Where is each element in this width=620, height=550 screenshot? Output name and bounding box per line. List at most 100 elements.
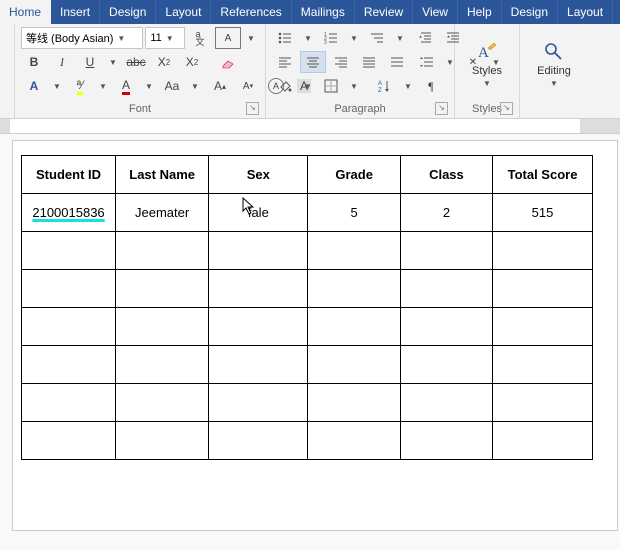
- cell[interactable]: [308, 308, 400, 346]
- highlight-button[interactable]: ª⁄: [67, 75, 93, 97]
- cell[interactable]: [22, 308, 116, 346]
- bold-button[interactable]: B: [21, 51, 47, 73]
- cell[interactable]: [400, 384, 492, 422]
- cell[interactable]: [22, 232, 116, 270]
- cell[interactable]: [209, 270, 308, 308]
- col-class[interactable]: Class: [400, 156, 492, 194]
- cell[interactable]: [400, 270, 492, 308]
- col-last-name[interactable]: Last Name: [116, 156, 209, 194]
- show-marks-button[interactable]: ¶: [418, 75, 444, 97]
- cell[interactable]: 2100015836: [22, 194, 116, 232]
- underline-dropdown[interactable]: ▼: [105, 51, 121, 73]
- tab-help[interactable]: Help: [458, 0, 502, 24]
- cell[interactable]: [22, 422, 116, 460]
- change-case-dropdown[interactable]: ▼: [187, 75, 203, 97]
- subscript-button[interactable]: X2: [151, 51, 177, 73]
- cell[interactable]: 2: [400, 194, 492, 232]
- cell[interactable]: Jeemater: [116, 194, 209, 232]
- tab-layout[interactable]: Layout: [156, 0, 211, 24]
- shrink-font-button[interactable]: A▾: [235, 75, 261, 97]
- cell[interactable]: [116, 270, 209, 308]
- cell[interactable]: [116, 308, 209, 346]
- cell[interactable]: [308, 270, 400, 308]
- student-table[interactable]: Student ID Last Name Sex Grade Class Tot…: [21, 155, 593, 460]
- cell[interactable]: [308, 232, 400, 270]
- align-center-button[interactable]: [300, 51, 326, 73]
- highlight-dropdown[interactable]: ▼: [95, 75, 111, 97]
- cell[interactable]: [209, 384, 308, 422]
- char-border-button[interactable]: A: [215, 27, 241, 49]
- superscript-button[interactable]: X2: [179, 51, 205, 73]
- tab-design[interactable]: Design: [100, 0, 156, 24]
- cell[interactable]: [493, 346, 593, 384]
- italic-button[interactable]: I: [49, 51, 75, 73]
- cell[interactable]: [22, 384, 116, 422]
- text-effects-button[interactable]: A: [21, 75, 47, 97]
- clear-formatting-button[interactable]: [215, 51, 241, 73]
- font-dialog-launcher[interactable]: ↘: [246, 102, 259, 115]
- cell[interactable]: [116, 422, 209, 460]
- grow-font-button[interactable]: A▴: [207, 75, 233, 97]
- cell[interactable]: fale: [209, 194, 308, 232]
- borders-dropdown[interactable]: ▼: [346, 75, 362, 97]
- sort-button[interactable]: AZ: [372, 75, 398, 97]
- sort-dropdown[interactable]: ▼: [400, 75, 416, 97]
- cell[interactable]: [400, 308, 492, 346]
- shading-dropdown[interactable]: ▼: [300, 75, 316, 97]
- bullets-dropdown[interactable]: ▼: [300, 27, 316, 49]
- multilevel-dropdown[interactable]: ▼: [392, 27, 408, 49]
- col-grade[interactable]: Grade: [308, 156, 400, 194]
- borders-button[interactable]: [318, 75, 344, 97]
- styles-dialog-launcher[interactable]: ↘: [500, 102, 513, 115]
- decrease-indent-button[interactable]: [412, 27, 438, 49]
- line-spacing-button[interactable]: [414, 51, 440, 73]
- shading-button[interactable]: [272, 75, 298, 97]
- cell[interactable]: [493, 422, 593, 460]
- cell[interactable]: [400, 346, 492, 384]
- table-row[interactable]: [22, 384, 593, 422]
- clipboard-strip[interactable]: [0, 28, 16, 90]
- font-name-combo[interactable]: 等线 (Body Asian) ▼: [21, 27, 143, 49]
- phonetic-guide-button[interactable]: a̤文: [187, 27, 213, 49]
- editing-button[interactable]: Editing ▼: [529, 38, 579, 91]
- tab-review[interactable]: Review: [355, 0, 413, 24]
- cell[interactable]: 5: [308, 194, 400, 232]
- col-student-id[interactable]: Student ID: [22, 156, 116, 194]
- numbering-dropdown[interactable]: ▼: [346, 27, 362, 49]
- font-size-combo[interactable]: 11 ▼: [145, 27, 185, 49]
- multilevel-list-button[interactable]: [364, 27, 390, 49]
- cell[interactable]: [308, 384, 400, 422]
- align-distributed-button[interactable]: [384, 51, 410, 73]
- tab-view[interactable]: View: [413, 0, 458, 24]
- cell[interactable]: [209, 346, 308, 384]
- col-total-score[interactable]: Total Score: [493, 156, 593, 194]
- cell[interactable]: [400, 232, 492, 270]
- char-border-dropdown[interactable]: ▼: [243, 27, 259, 49]
- table-row[interactable]: [22, 270, 593, 308]
- cell[interactable]: [116, 384, 209, 422]
- cell[interactable]: [400, 422, 492, 460]
- cell[interactable]: [22, 346, 116, 384]
- align-right-button[interactable]: [328, 51, 354, 73]
- align-justify-button[interactable]: [356, 51, 382, 73]
- tab-insert[interactable]: Insert: [51, 0, 100, 24]
- tab-home[interactable]: Home: [0, 0, 51, 24]
- cell[interactable]: [209, 422, 308, 460]
- tab-table-design[interactable]: Design: [502, 0, 558, 24]
- styles-button[interactable]: A Styles ▼: [462, 38, 512, 91]
- table-row[interactable]: 2100015836 Jeemater fale 5 2 515: [22, 194, 593, 232]
- tell-me-search[interactable]: Tell m: [613, 0, 620, 24]
- font-color-button[interactable]: A: [113, 75, 139, 97]
- cell[interactable]: [493, 270, 593, 308]
- cell[interactable]: [209, 232, 308, 270]
- table-row[interactable]: [22, 308, 593, 346]
- cell[interactable]: [493, 232, 593, 270]
- paragraph-dialog-launcher[interactable]: ↘: [435, 102, 448, 115]
- cell[interactable]: [209, 308, 308, 346]
- font-color-dropdown[interactable]: ▼: [141, 75, 157, 97]
- horizontal-ruler[interactable]: [0, 119, 620, 134]
- table-row[interactable]: [22, 232, 593, 270]
- numbering-button[interactable]: 123: [318, 27, 344, 49]
- cell[interactable]: [116, 346, 209, 384]
- tab-references[interactable]: References: [211, 0, 291, 24]
